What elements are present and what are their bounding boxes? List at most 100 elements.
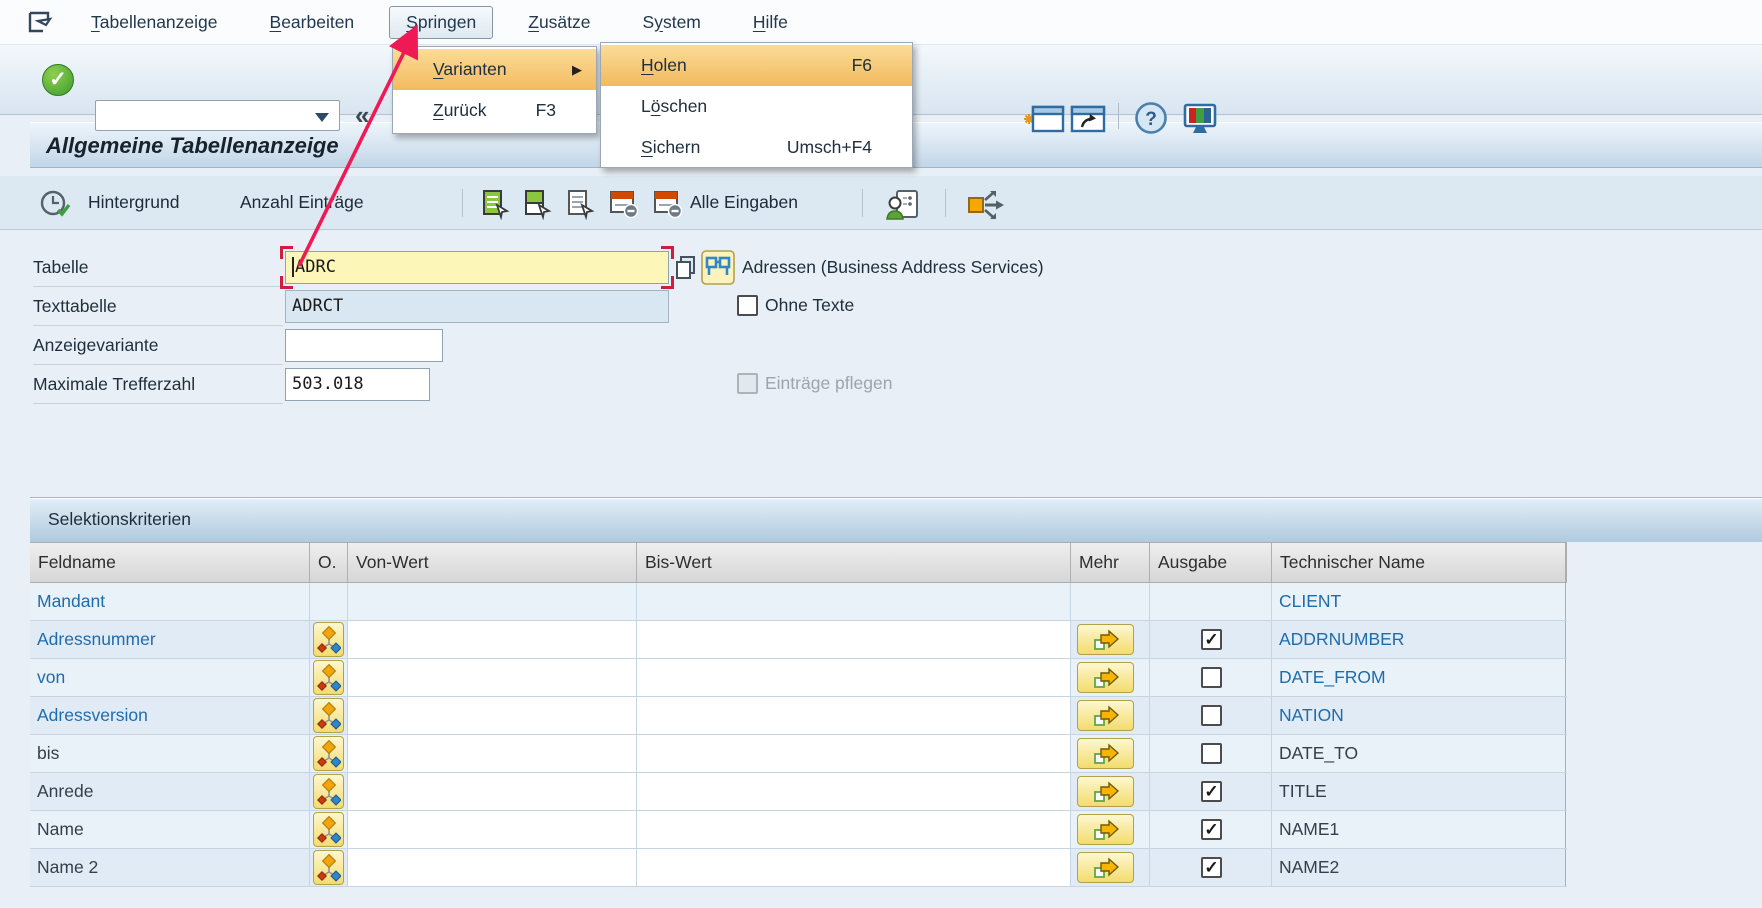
delete-selection-icon[interactable] bbox=[607, 188, 641, 220]
von-wert-input[interactable] bbox=[348, 735, 637, 772]
submenu-arrow-icon: ▶ bbox=[572, 62, 596, 78]
von-wert-input[interactable] bbox=[348, 621, 637, 658]
selection-options-button[interactable] bbox=[313, 774, 344, 809]
ausgabe-checkbox[interactable]: ✓ bbox=[1201, 857, 1222, 878]
enter-check-icon[interactable]: ✓ bbox=[42, 64, 74, 96]
bis-wert-input[interactable] bbox=[637, 735, 1071, 772]
command-dropdown-icon[interactable] bbox=[315, 113, 329, 122]
mehr-button[interactable] bbox=[1077, 700, 1134, 731]
system-menu-icon[interactable] bbox=[26, 9, 56, 35]
bis-wert-input[interactable] bbox=[637, 659, 1071, 696]
select-block-icon[interactable] bbox=[522, 188, 554, 220]
alle-eingaben-button[interactable]: Alle Eingaben bbox=[690, 192, 798, 213]
von-wert-input[interactable] bbox=[348, 773, 637, 810]
collapse-toolbar-icon[interactable]: « bbox=[355, 100, 369, 131]
anzeigevariante-label: Anzeigevariante bbox=[33, 326, 283, 365]
field-name-label: Anrede bbox=[30, 773, 309, 810]
ausgabe-checkbox[interactable] bbox=[1201, 743, 1222, 764]
mehr-button[interactable] bbox=[1077, 624, 1134, 655]
mehr-button[interactable] bbox=[1077, 852, 1134, 883]
menu-springen[interactable]: Springen bbox=[389, 6, 493, 39]
anzeigevariante-field[interactable] bbox=[285, 329, 443, 362]
ohne-texte-checkbox[interactable] bbox=[737, 295, 758, 316]
eintraege-pflegen-checkbox bbox=[737, 373, 758, 394]
menu-item-sichern[interactable]: Sichern Umsch+F4 bbox=[601, 127, 912, 168]
von-wert-input[interactable] bbox=[348, 849, 637, 886]
technical-name-label: NATION bbox=[1272, 697, 1565, 734]
springen-menu-panel: Varianten ▶ Zurück F3 bbox=[392, 46, 597, 134]
von-wert-input[interactable] bbox=[348, 697, 637, 734]
technical-name-label: TITLE bbox=[1272, 773, 1565, 810]
menu-item-zurueck[interactable]: Zurück F3 bbox=[393, 90, 596, 131]
hintergrund-button[interactable]: Hintergrund bbox=[88, 192, 179, 213]
selection-bracket bbox=[661, 246, 674, 259]
bis-wert-input[interactable] bbox=[637, 811, 1071, 848]
selection-options-button[interactable] bbox=[313, 622, 344, 657]
execute-clock-icon[interactable] bbox=[38, 188, 72, 220]
mehr-button[interactable] bbox=[1077, 662, 1134, 693]
selection-options-icon bbox=[317, 664, 341, 692]
search-help-binoculars-icon[interactable] bbox=[701, 250, 735, 285]
ohne-texte-label: Ohne Texte bbox=[765, 295, 854, 316]
column-header-von-wert: Von-Wert bbox=[348, 543, 637, 582]
help-icon[interactable]: ? bbox=[1134, 101, 1168, 135]
field-name-label: bis bbox=[30, 735, 309, 772]
max-trefferzahl-field[interactable]: 503.018 bbox=[285, 368, 430, 401]
technical-name-label: ADDRNUMBER bbox=[1272, 621, 1565, 658]
new-session-icon[interactable] bbox=[1016, 101, 1068, 137]
selection-options-button[interactable] bbox=[313, 736, 344, 771]
command-input[interactable] bbox=[95, 100, 340, 131]
create-shortcut-icon[interactable] bbox=[1068, 101, 1108, 137]
texttabelle-field[interactable]: ADRCT bbox=[285, 290, 669, 323]
mehr-button[interactable] bbox=[1077, 738, 1134, 769]
svg-text:?: ? bbox=[1145, 109, 1157, 130]
von-wert-input[interactable] bbox=[348, 583, 637, 620]
von-wert-input[interactable] bbox=[348, 659, 637, 696]
menu-zusaetze[interactable]: Zusätze bbox=[511, 6, 607, 39]
selection-options-button[interactable] bbox=[313, 850, 344, 885]
selection-options-button[interactable] bbox=[313, 812, 344, 847]
multiple-selection-arrow-icon bbox=[1092, 628, 1120, 652]
menu-item-holen[interactable]: Holen F6 bbox=[601, 45, 912, 86]
ausgabe-checkbox[interactable]: ✓ bbox=[1201, 629, 1222, 650]
field-name-label: Adressnummer bbox=[30, 621, 309, 658]
bis-wert-input[interactable] bbox=[637, 621, 1071, 658]
application-toolbar: Hintergrund Anzahl Einträge bbox=[0, 176, 1762, 230]
ausgabe-checkbox[interactable]: ✓ bbox=[1201, 781, 1222, 802]
bis-wert-input[interactable] bbox=[637, 583, 1071, 620]
menu-tabellenanzeige[interactable]: Tabellenanzeige bbox=[74, 6, 235, 39]
menu-system[interactable]: System bbox=[626, 6, 718, 39]
menu-item-varianten[interactable]: Varianten ▶ bbox=[393, 49, 596, 90]
selection-options-button[interactable] bbox=[313, 660, 344, 695]
deselect-block-icon[interactable] bbox=[565, 188, 597, 220]
copy-icon[interactable] bbox=[673, 254, 699, 282]
selection-options-button[interactable] bbox=[313, 698, 344, 733]
customize-layout-icon[interactable] bbox=[1180, 101, 1220, 137]
ausgabe-checkbox[interactable] bbox=[1201, 667, 1222, 688]
shortcut-label: Umsch+F4 bbox=[787, 137, 912, 158]
max-trefferzahl-label: Maximale Trefferzahl bbox=[33, 365, 283, 404]
bis-wert-input[interactable] bbox=[637, 849, 1071, 886]
von-wert-input[interactable] bbox=[348, 811, 637, 848]
selection-criteria-table: Feldname O. Von-Wert Bis-Wert Mehr Ausga… bbox=[30, 542, 1567, 887]
ausgabe-checkbox[interactable]: ✓ bbox=[1201, 819, 1222, 840]
tabelle-field[interactable]: ADRC bbox=[285, 251, 669, 284]
varianten-submenu-panel: Holen F6 Löschen Sichern Umsch+F4 bbox=[600, 42, 913, 168]
user-settings-icon[interactable] bbox=[885, 188, 921, 222]
delete-all-selections-icon[interactable] bbox=[651, 188, 685, 220]
menu-bearbeiten[interactable]: Bearbeiten bbox=[253, 6, 372, 39]
select-all-block-icon[interactable] bbox=[480, 188, 512, 220]
bis-wert-input[interactable] bbox=[637, 773, 1071, 810]
table-row: bis bbox=[30, 735, 1567, 773]
eintraege-pflegen-label: Einträge pflegen bbox=[765, 373, 892, 394]
multiple-selection-arrow-icon bbox=[1092, 856, 1120, 880]
column-header-feldname: Feldname bbox=[30, 543, 310, 582]
menu-item-loeschen[interactable]: Löschen bbox=[601, 86, 912, 127]
distribute-export-icon[interactable] bbox=[965, 188, 1007, 222]
mehr-button[interactable] bbox=[1077, 814, 1134, 845]
ausgabe-checkbox[interactable] bbox=[1201, 705, 1222, 726]
menu-hilfe[interactable]: Hilfe bbox=[736, 6, 805, 39]
mehr-button[interactable] bbox=[1077, 776, 1134, 807]
anzahl-eintraege-button[interactable]: Anzahl Einträge bbox=[240, 192, 364, 213]
bis-wert-input[interactable] bbox=[637, 697, 1071, 734]
